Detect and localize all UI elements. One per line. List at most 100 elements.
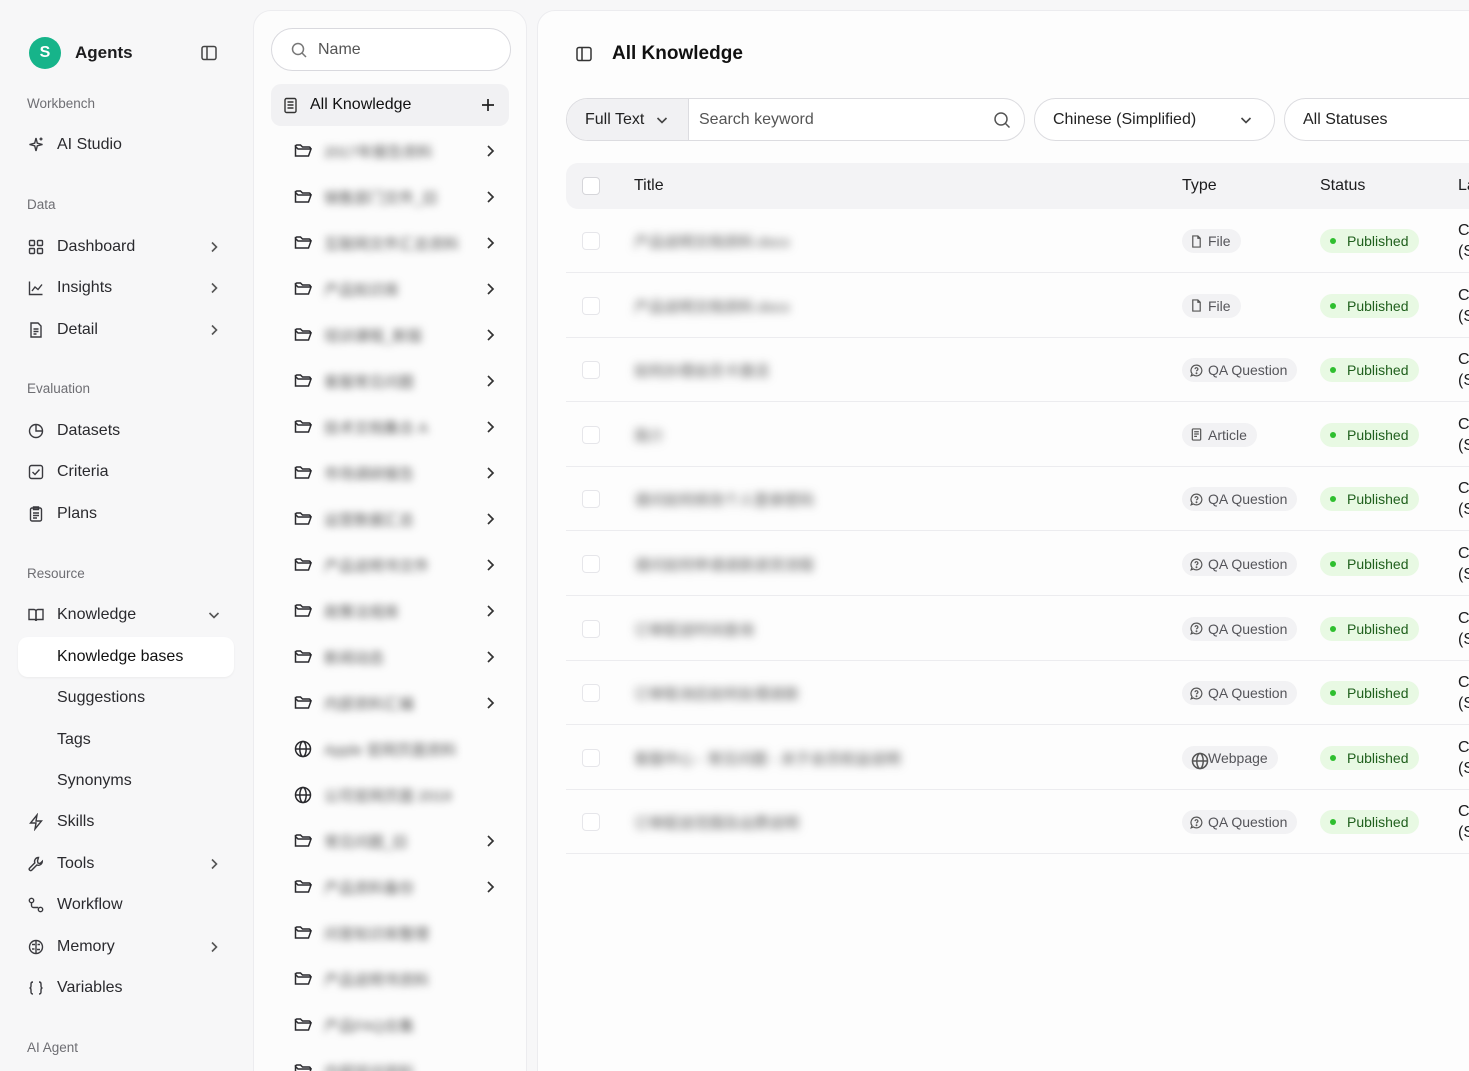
nav-item-memory[interactable]: Memory (18, 927, 234, 967)
table-row[interactable]: 请问如何修改个人登录密码 QA Question Published C(S (566, 467, 1469, 532)
tree-item[interactable]: 市场调研报告 (271, 453, 509, 493)
brand[interactable]: S Agents (29, 37, 133, 69)
row-title[interactable]: 订单配送时间查询 (634, 619, 754, 640)
table-row[interactable]: 订单配送范围及运费说明 QA Question Published C(S (566, 790, 1469, 855)
plus-icon[interactable] (479, 96, 497, 114)
nav-item-datasets[interactable]: Datasets (18, 411, 234, 451)
table-row[interactable]: 客服中心 - 常见问题 - 关于会员权益说明 Webpage Published… (566, 726, 1469, 790)
nav-item-synonyms[interactable]: Synonyms (18, 761, 234, 801)
tree-item[interactable]: 内部资料汇编 (271, 683, 509, 723)
chevron-right-icon[interactable] (481, 142, 499, 160)
row-title[interactable]: 产品说明文档资料.docx (634, 231, 790, 252)
chevron-right-icon[interactable] (481, 280, 499, 298)
tree-item[interactable]: 产品说明书文件 (271, 545, 509, 585)
tree-item[interactable]: 问答知识库整理 (271, 913, 509, 953)
chevron-right-icon[interactable] (481, 832, 499, 850)
select-all-checkbox[interactable] (582, 177, 600, 195)
table-row[interactable]: 订单取消后如何处理退款 QA Question Published C(S (566, 661, 1469, 726)
row-checkbox[interactable] (582, 619, 600, 638)
row-checkbox[interactable] (582, 555, 600, 573)
column-header-title[interactable]: Title (634, 177, 664, 195)
row-checkbox[interactable] (582, 425, 600, 444)
tree-item[interactable]: 客服常见问题 (271, 361, 509, 401)
row-title[interactable]: 请问如何申请退款退货流程 (634, 554, 814, 575)
row-title[interactable]: 产品说明文档资料.docx (634, 296, 790, 317)
nav-item-detail[interactable]: Detail (18, 310, 234, 350)
row-checkbox[interactable] (582, 490, 600, 509)
tree-item[interactable]: 销售部门文件_旧 (271, 177, 509, 217)
tree-item[interactable]: 产品资料备份 (271, 867, 509, 907)
tree-item[interactable]: Apple 官网页面资料 (271, 729, 509, 769)
table-row[interactable]: 如何办理会员卡激活 QA Question Published C(S (566, 338, 1469, 403)
tree-search-box[interactable] (271, 28, 511, 71)
nav-item-dashboard[interactable]: Dashboard (18, 227, 234, 267)
row-title[interactable]: 简介 (634, 425, 664, 446)
nav-item-suggestions[interactable]: Suggestions (18, 678, 234, 718)
tree-item-all-knowledge[interactable]: All Knowledge (271, 84, 509, 126)
tree-item[interactable]: 2017年报告资料 (271, 131, 509, 171)
chevron-right-icon[interactable] (481, 326, 499, 344)
row-title[interactable]: 客服中心 - 常见问题 - 关于会员权益说明 (634, 748, 901, 769)
tree-item[interactable]: 内部培训资料 (271, 1051, 509, 1071)
sidebar-toggle-icon[interactable] (199, 43, 219, 63)
tree-item[interactable]: 公司官网页面 2019 (271, 775, 509, 815)
chevron-right-icon[interactable] (481, 602, 499, 620)
tree-item[interactable]: 产品说明书资料 (271, 959, 509, 999)
row-checkbox[interactable] (582, 813, 600, 832)
status-filter-select[interactable]: All Statuses (1284, 98, 1469, 141)
chevron-right-icon[interactable] (481, 188, 499, 206)
row-title[interactable]: 订单配送范围及运费说明 (634, 812, 799, 833)
chevron-right-icon[interactable] (481, 694, 499, 712)
row-checkbox[interactable] (582, 748, 600, 767)
tree-item[interactable]: 政策法规库 (271, 591, 509, 631)
nav-item-insights[interactable]: Insights (18, 268, 234, 308)
row-title[interactable]: 订单取消后如何处理退款 (634, 683, 799, 704)
chevron-right-icon[interactable] (481, 234, 499, 252)
chevron-right-icon[interactable] (481, 372, 499, 390)
panel-toggle-icon[interactable] (574, 44, 594, 64)
tree-item[interactable]: 新闻动态 (271, 637, 509, 677)
language-select[interactable]: Chinese (Simplified) (1034, 98, 1275, 141)
nav-item-variables[interactable]: Variables (18, 968, 234, 1008)
table-row[interactable]: 订单配送时间查询 QA Question Published C(S (566, 597, 1469, 661)
tree-search-input[interactable] (318, 40, 498, 59)
nav-item-criteria[interactable]: Criteria (18, 452, 234, 492)
nav-item-tools[interactable]: Tools (18, 844, 234, 884)
chevron-right-icon[interactable] (481, 464, 499, 482)
row-title[interactable]: 请问如何修改个人登录密码 (634, 489, 814, 510)
row-checkbox[interactable] (582, 296, 600, 315)
tree-item[interactable]: 常见问题_旧 (271, 821, 509, 861)
nav-item-tags[interactable]: Tags (18, 720, 234, 760)
chevron-right-icon[interactable] (481, 510, 499, 528)
tree-item[interactable]: 产品知识库 (271, 269, 509, 309)
chevron-right-icon[interactable] (481, 648, 499, 666)
column-header-status[interactable]: Status (1320, 177, 1365, 195)
table-row[interactable]: 产品说明文档资料.docx File Published C(S (566, 274, 1469, 338)
search-icon[interactable] (992, 110, 1012, 130)
column-header-language[interactable]: La (1458, 177, 1469, 195)
chevron-right-icon[interactable] (481, 418, 499, 436)
nav-item-plans[interactable]: Plans (18, 494, 234, 534)
nav-item-knowledge[interactable]: Knowledge (18, 595, 234, 635)
tree-item[interactable]: 互联网文件汇总资料 (271, 223, 509, 263)
table-row[interactable]: 请问如何申请退款退货流程 QA Question Published C(S (566, 532, 1469, 596)
search-mode-select[interactable]: Full Text (567, 99, 689, 140)
nav-item-ai-studio[interactable]: AI Studio (18, 125, 234, 165)
column-header-type[interactable]: Type (1182, 177, 1217, 195)
tree-item[interactable]: 培训课程_新版 (271, 315, 509, 355)
row-title[interactable]: 如何办理会员卡激活 (634, 360, 769, 381)
tree-item[interactable]: 技术文档集合 A (271, 407, 509, 447)
nav-item-workflow[interactable]: Workflow (18, 885, 234, 925)
row-checkbox[interactable] (582, 684, 600, 703)
chevron-right-icon[interactable] (481, 878, 499, 896)
nav-item-knowledge-bases[interactable]: Knowledge bases (18, 637, 234, 677)
avatar[interactable]: S (29, 37, 61, 69)
row-checkbox[interactable] (582, 361, 600, 380)
table-row[interactable]: 简介 Article Published C(S (566, 403, 1469, 467)
table-row[interactable]: 产品说明文档资料.docx File Published C(S (566, 209, 1469, 273)
row-checkbox[interactable] (582, 232, 600, 250)
tree-item[interactable]: 产品FAQ合集 (271, 1005, 509, 1045)
nav-item-skills[interactable]: Skills (18, 802, 234, 842)
keyword-search-input[interactable] (689, 99, 992, 140)
tree-item[interactable]: 运营数据汇总 (271, 499, 509, 539)
